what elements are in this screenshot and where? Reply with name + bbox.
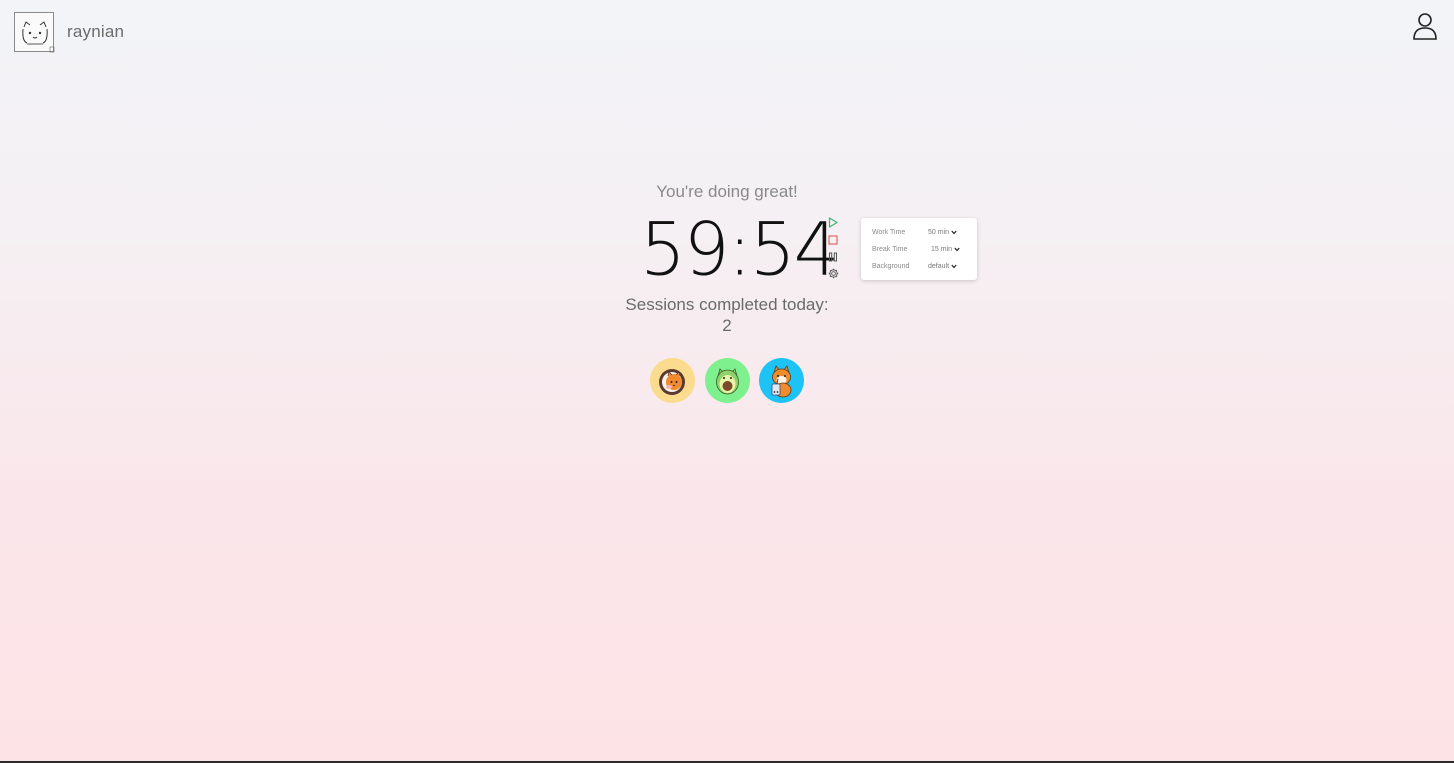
stop-button[interactable] [825,231,841,248]
pause-icon [829,252,838,261]
background-select[interactable]: default [928,263,957,270]
cat-avocado-avatar[interactable] [704,358,750,403]
encouragement-message: You're doing great! [656,182,798,201]
sessions-count: 2 [722,316,732,335]
chevron-down-icon [951,230,957,235]
sessions-label: Sessions completed today: [625,295,829,314]
background-row: Background default [861,258,977,275]
break-time-label: Break Time [872,246,908,253]
play-icon [828,217,838,228]
pause-button[interactable] [825,248,841,265]
timer-controls [825,214,841,282]
cat-in-sushi-avatar[interactable] [650,358,695,403]
shiba-boba-avatar[interactable] [759,358,804,403]
background-label: Background [872,263,910,270]
break-time-row: Break Time 15 min [861,241,977,258]
settings-button[interactable] [825,265,841,282]
work-time-select[interactable]: 50 min [928,229,957,236]
countdown-timer: 59:54 [640,206,840,292]
work-time-value: 50 min [928,229,950,236]
chevron-down-icon [951,264,957,269]
user-icon[interactable] [1412,12,1438,40]
cat-face-logo-icon [14,12,55,53]
brand-home-link[interactable]: raynian [14,12,125,53]
sessions-summary: Sessions completed today: 2 [0,294,1454,336]
avatar-picker [650,358,814,403]
background-value: default [928,263,950,270]
break-time-value: 15 min [931,246,953,253]
break-time-select[interactable]: 15 min [931,246,960,253]
work-time-label: Work Time [872,229,906,236]
work-time-row: Work Time 50 min [861,224,977,241]
gear-icon [828,268,838,279]
play-button[interactable] [825,214,841,231]
brand-name: raynian [67,22,125,41]
chevron-down-icon [954,247,960,252]
stop-icon [828,234,838,245]
settings-panel: Work Time 50 min Break Time 15 min Backg… [861,218,977,280]
